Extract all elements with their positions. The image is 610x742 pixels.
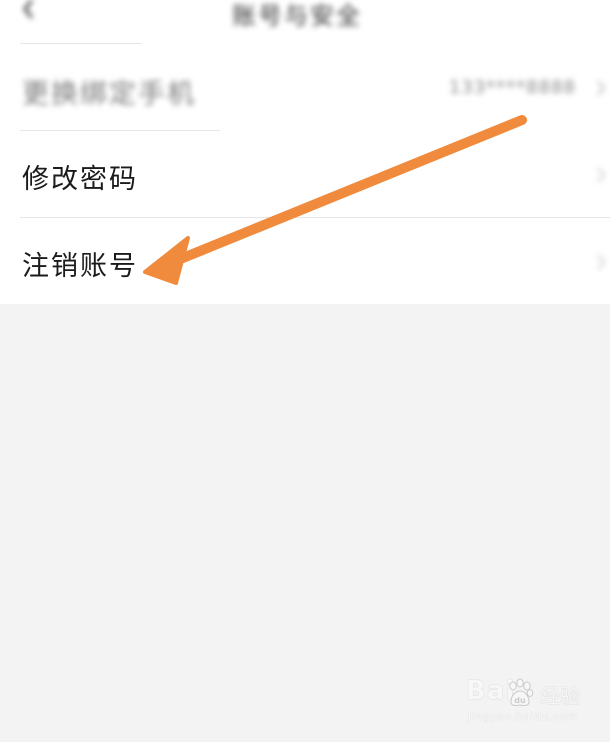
baidu-jingyan-watermark: Bai du 经验 jingyan.baidu.com — [466, 676, 596, 728]
baidu-paw-icon: du — [509, 678, 534, 707]
svg-text:du: du — [514, 696, 526, 705]
chevron-right-icon — [597, 80, 606, 96]
settings-list: 更换绑定手机 133****8888 修改密码 注销账号 — [0, 44, 610, 304]
settings-row-label: 更换绑定手机 — [22, 79, 196, 110]
settings-row-label: 注销账号 — [22, 251, 138, 282]
top-bar: 账号与安全 — [0, 0, 610, 44]
chevron-left-icon[interactable] — [20, 0, 38, 18]
watermark-url: jingyan.baidu.com — [468, 710, 579, 723]
chevron-right-icon — [597, 167, 606, 183]
watermark-jingyan: 经验 — [540, 684, 580, 708]
settings-row-change-phone[interactable]: 更换绑定手机 133****8888 — [0, 44, 610, 130]
chevron-right-icon — [597, 254, 606, 270]
bound-phone-number: 133****8888 — [448, 77, 576, 98]
settings-row-delete-account[interactable]: 注销账号 — [0, 218, 610, 304]
settings-row-change-password[interactable]: 修改密码 — [0, 131, 610, 217]
settings-row-label: 修改密码 — [22, 164, 138, 195]
page-title: 账号与安全 — [232, 2, 362, 30]
